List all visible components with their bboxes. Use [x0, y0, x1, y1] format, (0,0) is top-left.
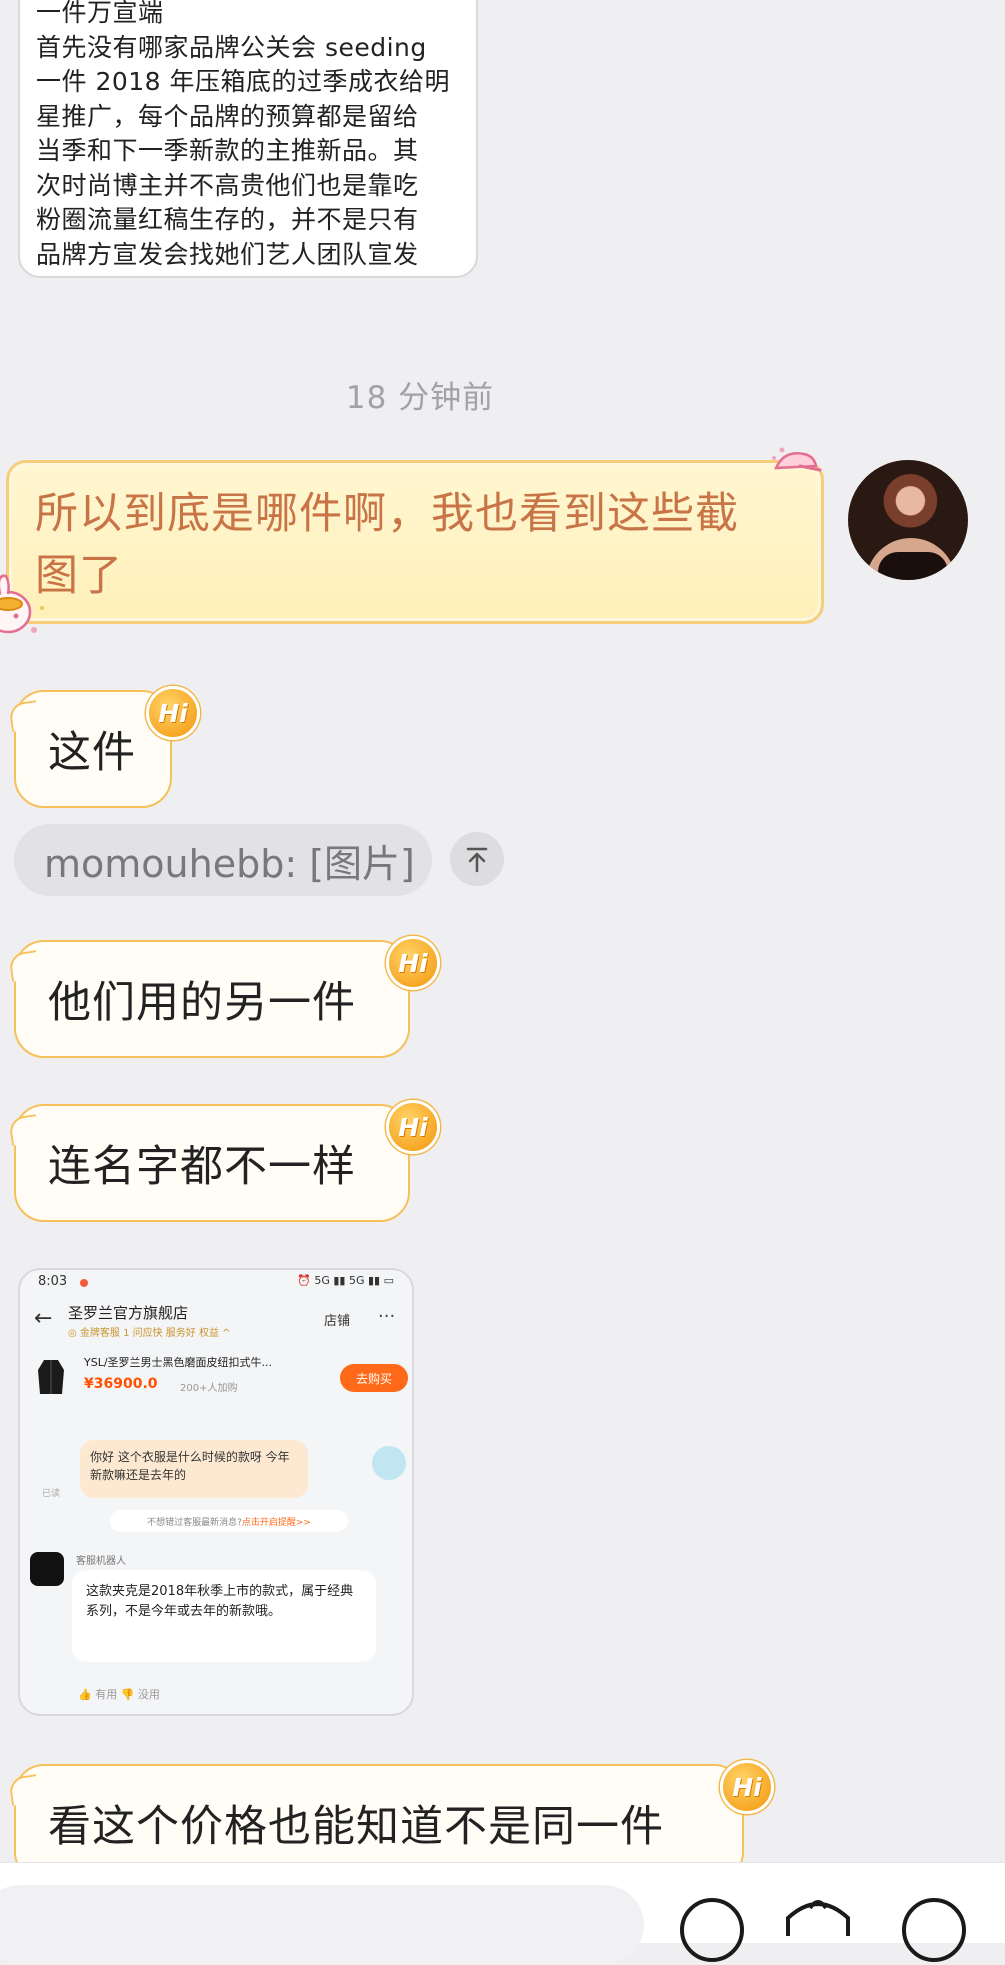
outgoing-message-text: 所以到底是哪件啊，我也看到这些截图了: [35, 489, 739, 601]
image-message-shop-screenshot[interactable]: 8:03 ⏰ 5G ▮▮ 5G ▮▮ ▭ ← 圣罗兰官方旗舰店 ◎ 金牌客服 1…: [18, 1268, 414, 1716]
incoming-message-text: 他们用的另一件: [48, 978, 356, 1028]
emoji-icon[interactable]: [680, 1898, 744, 1962]
product-sold: 200+人加购: [180, 1383, 238, 1394]
up-arrow-icon: [466, 847, 488, 873]
screenshot-line: 一件 2018 年压箱底的过季成衣给明: [36, 67, 451, 96]
product-card: YSL/圣罗兰男士黑色磨面皮纽扣式牛... ¥36900.0 200+人加购 去…: [30, 1350, 408, 1412]
more-icon: ···: [378, 1306, 396, 1327]
buy-button: 去购买: [340, 1364, 408, 1392]
timestamp: 18 分钟前: [345, 380, 495, 416]
bot-avatar: [30, 1552, 64, 1586]
image-message-text-screenshot[interactable]: 一件万宣端 首先没有哪家品牌公关会 seeding 一件 2018 年压箱底的过…: [18, 0, 478, 278]
shop-service-info: ◎ 金牌客服 1 问应快 服务好 权益 ^: [68, 1328, 231, 1339]
tip-link: 点击开启提醒>>: [241, 1517, 311, 1528]
hi-badge: Hi: [386, 936, 440, 990]
screenshot-line: 品牌方宣发会找她们艺人团队宣发: [36, 239, 419, 269]
shop-header: ← 圣罗兰官方旗舰店 ◎ 金牌客服 1 问应快 服务好 权益 ^ 店铺 ···: [20, 1296, 412, 1346]
gift-icon[interactable]: [780, 1896, 856, 1936]
message-input[interactable]: [0, 1885, 644, 1965]
incoming-message-text: 连名字都不一样: [48, 1142, 356, 1192]
tip-text: 不想错过客服最新消息?: [147, 1517, 242, 1528]
status-icons: ⏰ 5G ▮▮ 5G ▮▮ ▭: [297, 1274, 394, 1287]
avatar-dress: [878, 552, 948, 580]
screenshot-line: 当季和下一季新款的主推新品。其: [36, 136, 419, 165]
notification-tip: 不想错过客服最新消息? 点击开启提醒>>: [110, 1510, 348, 1532]
screenshot-line: 首先没有哪家品牌公关会 seeding: [36, 32, 427, 62]
screenshot-line: 粉圈流量红稿生存的，并不是只有: [36, 205, 419, 234]
quoted-message[interactable]: momouhebb: [图片]: [14, 824, 432, 896]
product-name: YSL/圣罗兰男士黑色磨面皮纽扣式牛...: [84, 1356, 273, 1369]
incoming-message-text: 这件: [48, 728, 136, 778]
recording-dot: [80, 1279, 88, 1287]
incoming-message-text: 看这个价格也能知道不是同一件: [48, 1802, 664, 1852]
scroll-to-quote-button[interactable]: [450, 832, 504, 886]
jacket-thumbnail: [38, 1360, 64, 1394]
hi-badge: Hi: [386, 1100, 440, 1154]
back-arrow-icon: ←: [34, 1306, 53, 1331]
store-link: 店铺: [324, 1314, 351, 1329]
status-bar: 8:03 ⏰ 5G ▮▮ 5G ▮▮ ▭: [20, 1270, 412, 1296]
user-question-bubble: 你好 这个衣服是什么时候的款呀 今年新款嘛还是去年的: [80, 1440, 308, 1498]
screenshot-line: 一件万宣端: [36, 0, 164, 27]
plus-icon[interactable]: [902, 1898, 966, 1962]
screenshot-line: 次时尚博主并不高贵他们也是靠吃: [36, 170, 419, 200]
shop-name: 圣罗兰官方旗舰店: [68, 1304, 189, 1322]
screenshot-text: 一件万宣端 首先没有哪家品牌公关会 seeding 一件 2018 年压箱底的过…: [36, 0, 464, 272]
hi-badge: Hi: [720, 1760, 774, 1814]
bot-name: 客服机器人: [76, 1556, 126, 1567]
read-status: 已读: [42, 1489, 61, 1499]
status-time: 8:03: [38, 1274, 68, 1289]
hi-badge: Hi: [146, 686, 200, 740]
bot-reply-bubble: 这款夹克是2018年秋季上市的款式，属于经典系列，不是今年或去年的新款哦。: [72, 1570, 376, 1662]
screenshot-line: 星推广，每个品牌的预算都是留给: [36, 101, 419, 131]
outgoing-message-bubble[interactable]: 所以到底是哪件啊，我也看到这些截图了: [6, 460, 824, 624]
product-price: ¥36900.0: [84, 1376, 158, 1392]
incoming-message-bubble[interactable]: 连名字都不一样: [14, 1104, 410, 1222]
incoming-message-bubble[interactable]: 他们用的另一件: [14, 940, 410, 1058]
feedback-row: 👍 有用 👎 没用: [78, 1688, 160, 1701]
robot-avatar: [372, 1446, 406, 1480]
cap-icon: [772, 447, 822, 472]
avatar[interactable]: [848, 460, 968, 580]
bunny-icon: [0, 574, 44, 634]
quoted-message-text: momouhebb: [图片]: [44, 841, 415, 886]
